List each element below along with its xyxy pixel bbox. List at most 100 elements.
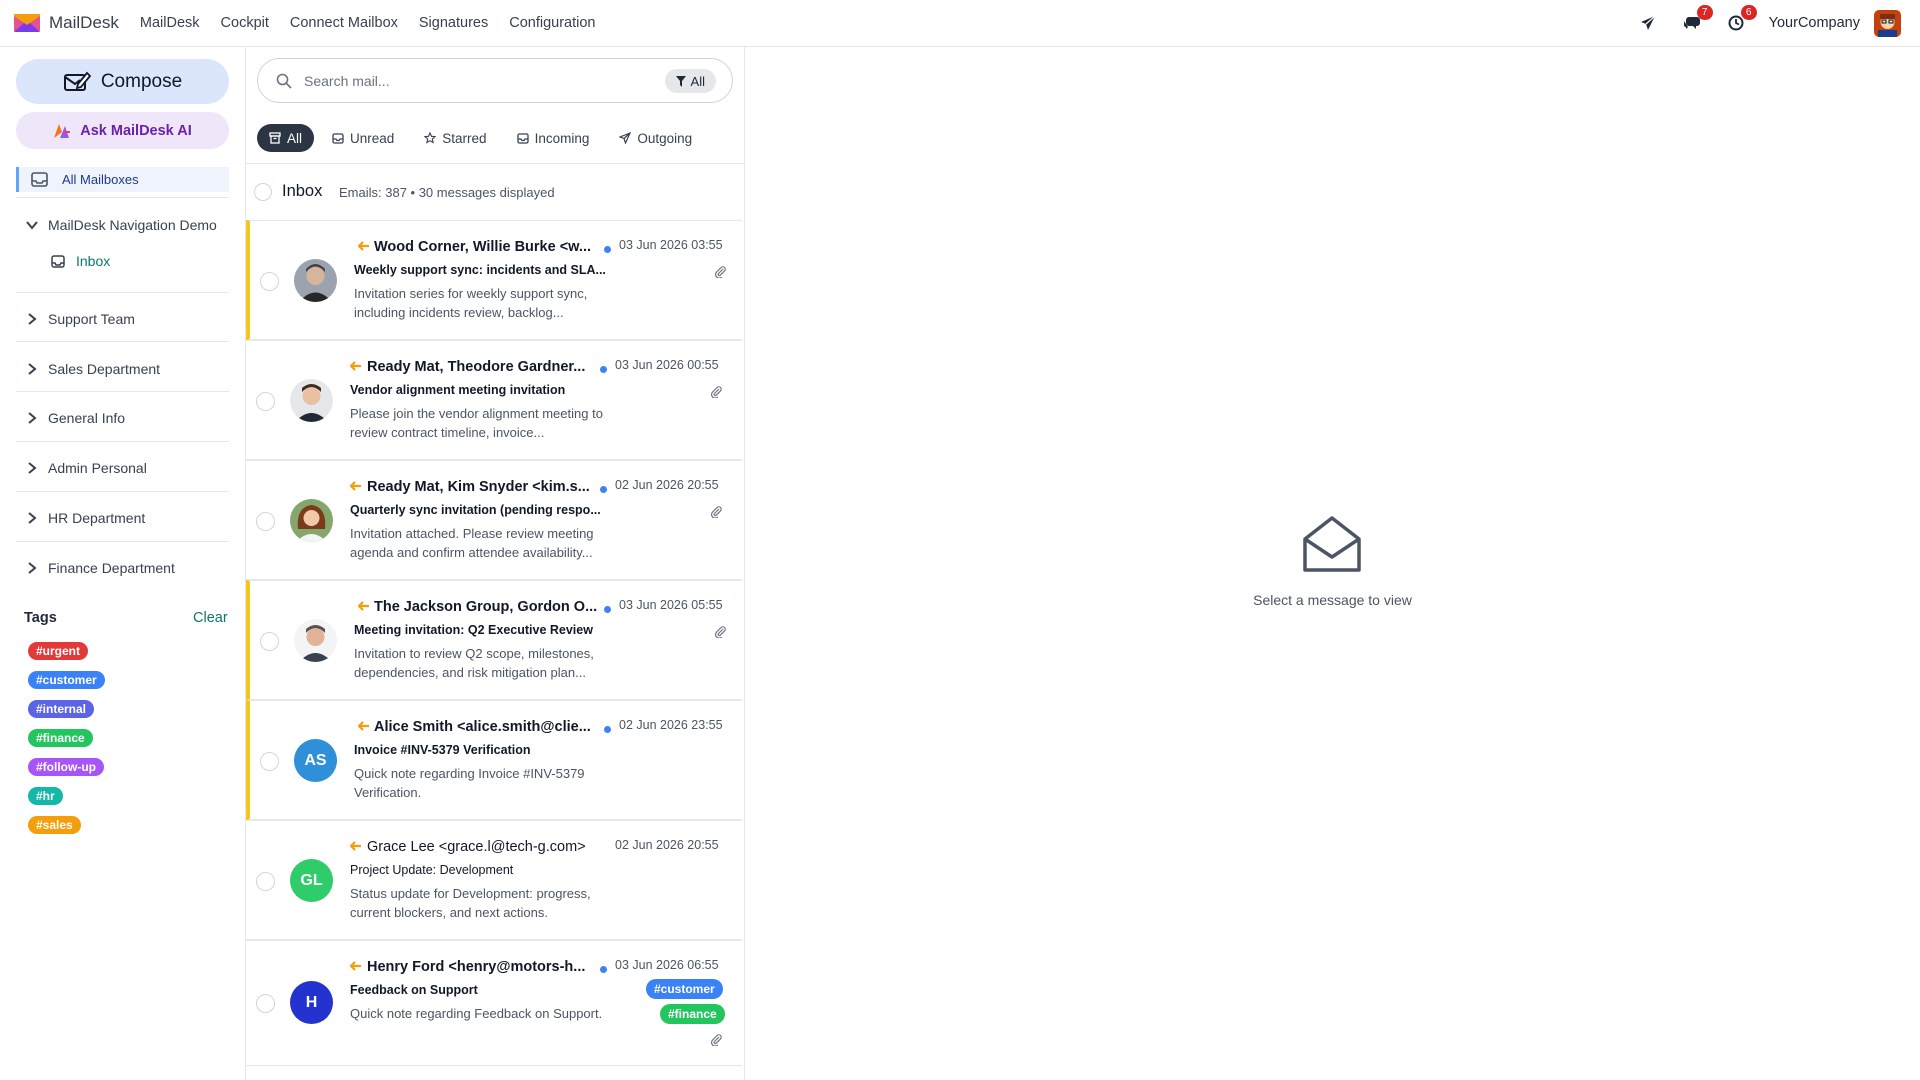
tag-sales[interactable]: #sales (28, 816, 81, 834)
sender-avatar (294, 259, 337, 302)
tab-label: Incoming (534, 130, 590, 146)
tab-outgoing[interactable]: Outgoing (607, 124, 704, 152)
mail-row[interactable]: GL Grace Lee <grace.l@tech-g.com> 02 Jun… (246, 820, 742, 940)
archive-icon (269, 132, 281, 144)
chevron-right-icon (28, 313, 37, 325)
mail-select-checkbox[interactable] (260, 272, 279, 291)
tag-customer[interactable]: #customer (28, 671, 105, 689)
mail-row[interactable]: AS Alice Smith <alice.smith@clie... 02 J… (246, 700, 742, 820)
company-switcher[interactable]: YourCompany (1769, 15, 1860, 31)
menu-signatures[interactable]: Signatures (419, 15, 488, 31)
search-input[interactable] (304, 72, 634, 89)
send-icon (619, 132, 632, 144)
mail-date: 03 Jun 2026 06:55 (615, 958, 719, 972)
attachment-paperclip-icon (710, 386, 722, 398)
mail-select-checkbox[interactable] (256, 392, 275, 411)
tab-label: Unread (350, 130, 395, 146)
tag-urgent[interactable]: #urgent (28, 642, 89, 660)
incoming-inbox-icon (516, 133, 529, 144)
mail-row[interactable]: Ready Mat, Theodore Gardner... 03 Jun 20… (246, 340, 742, 460)
mail-row[interactable]: Ready Mat, Kim Snyder <kim.s... 02 Jun 2… (246, 460, 742, 580)
mail-select-checkbox[interactable] (256, 994, 275, 1013)
mail-select-checkbox[interactable] (260, 632, 279, 651)
tag-finance[interactable]: #finance (28, 729, 93, 747)
tags-clear-link[interactable]: Clear (193, 610, 228, 626)
reply-arrow-icon (358, 601, 369, 611)
all-mailboxes-label: All Mailboxes (62, 172, 139, 187)
reply-arrow-icon (350, 841, 361, 851)
mail-sender: Ready Mat, Theodore Gardner... (367, 359, 586, 375)
search-icon (276, 73, 292, 89)
sidebar-group-support-team[interactable]: Support Team (26, 311, 135, 327)
menu-connect-mailbox[interactable]: Connect Mailbox (290, 15, 398, 31)
mail-sender: Ready Mat, Kim Snyder <kim.s... (367, 479, 590, 495)
chevron-right-icon (28, 512, 37, 524)
chat-icon[interactable]: 7 (1681, 5, 1713, 34)
ask-ai-button[interactable]: Ask MailDesk AI (16, 112, 229, 149)
mail-sender: Henry Ford <henry@motors-h... (367, 959, 586, 975)
mail-subject: Weekly support sync: incidents and SLA..… (354, 263, 606, 277)
all-mailboxes-item[interactable]: All Mailboxes (16, 167, 229, 192)
folder-meta: Emails: 387 • 30 messages displayed (339, 185, 555, 200)
menu-configuration[interactable]: Configuration (509, 15, 595, 31)
inbox-tray-icon (51, 254, 65, 268)
sidebar-divider (16, 341, 229, 342)
send-icon[interactable] (1637, 12, 1659, 34)
mail-tag-finance[interactable]: #finance (660, 1004, 725, 1024)
menu-maildesk[interactable]: MailDesk (140, 15, 200, 31)
sender-avatar (290, 499, 333, 542)
tab-all[interactable]: All (257, 124, 315, 152)
mail-select-checkbox[interactable] (256, 512, 275, 531)
mail-list-pane: All All Unread Starred Incoming Outgoing… (246, 47, 745, 1080)
sidebar-group-finance-department[interactable]: Finance Department (26, 560, 175, 576)
mail-row[interactable]: The Jackson Group, Gordon O... 03 Jun 20… (246, 580, 742, 700)
group-label: MailDesk Navigation Demo (48, 217, 217, 233)
group-label: Finance Department (48, 560, 175, 576)
tab-unread[interactable]: Unread (320, 124, 406, 152)
open-envelope-icon (1303, 516, 1361, 572)
sidebar-group-hr-department[interactable]: HR Department (26, 510, 145, 526)
compose-button[interactable]: Compose (16, 59, 229, 104)
mail-select-checkbox[interactable] (256, 872, 275, 891)
tag-hr[interactable]: #hr (28, 787, 63, 805)
menu-cockpit[interactable]: Cockpit (221, 15, 269, 31)
mail-preview: Please join the vendor alignment meeting… (350, 406, 603, 440)
tag-follow-up[interactable]: #follow-up (28, 758, 104, 776)
activity-clock-icon[interactable]: 6 (1725, 5, 1757, 34)
chevron-right-icon (28, 562, 37, 574)
chevron-right-icon (28, 363, 37, 375)
mail-subject: Invoice #INV-5379 Verification (354, 743, 531, 757)
sender-avatar: GL (290, 859, 333, 902)
tag-internal[interactable]: #internal (28, 700, 95, 718)
mail-preview: Invitation to review Q2 scope, milestone… (354, 646, 594, 680)
attachment-paperclip-icon (714, 626, 726, 638)
unread-inbox-icon (332, 133, 344, 144)
mail-date: 02 Jun 2026 20:55 (615, 838, 719, 852)
sidebar-item-inbox[interactable]: Inbox (51, 253, 110, 269)
tab-incoming[interactable]: Incoming (505, 124, 602, 152)
sender-avatar (290, 379, 333, 422)
sidebar-group-admin-personal[interactable]: Admin Personal (26, 460, 147, 476)
mail-select-checkbox[interactable] (260, 752, 279, 771)
sidebar: Compose Ask MailDesk AI All Mailboxes Ma… (0, 47, 246, 1080)
mail-tag-customer[interactable]: #customer (646, 979, 723, 999)
brand[interactable]: MailDesk (14, 13, 119, 33)
mail-sender: Alice Smith <alice.smith@clie... (374, 719, 591, 735)
attachment-paperclip-icon (710, 1034, 722, 1046)
select-all-checkbox[interactable] (254, 183, 272, 201)
mail-row[interactable]: Wood Corner, Willie Burke <w... 03 Jun 2… (246, 220, 742, 340)
mail-row[interactable]: H Henry Ford <henry@motors-h... 03 Jun 2… (246, 940, 742, 1066)
ai-sparkle-icon (54, 123, 71, 138)
sidebar-group-maildesk-navigation-demo[interactable]: MailDesk Navigation Demo (26, 217, 217, 233)
mail-preview: Status update for Development: progress,… (350, 886, 591, 920)
group-label: General Info (48, 410, 126, 426)
sidebar-group-sales-department[interactable]: Sales Department (26, 361, 160, 377)
top-right-tools: 7 6 YourCompany (1637, 5, 1920, 37)
search-filter-button[interactable]: All (664, 69, 716, 93)
compose-icon (63, 71, 91, 91)
sidebar-group-general-info[interactable]: General Info (26, 410, 125, 426)
group-label: Sales Department (48, 361, 161, 377)
user-avatar[interactable] (1874, 9, 1901, 37)
chevron-right-icon (28, 412, 37, 424)
tab-starred[interactable]: Starred (412, 124, 498, 152)
